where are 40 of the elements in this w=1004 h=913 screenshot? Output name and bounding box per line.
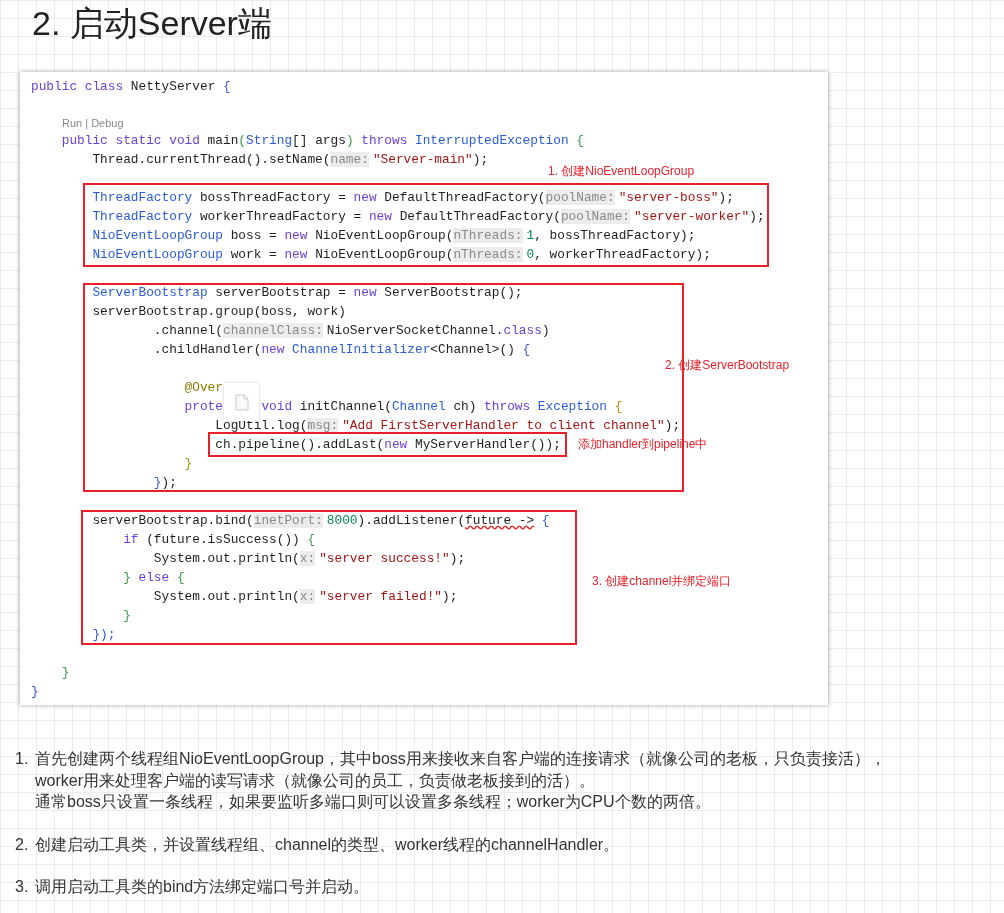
code-line: .childHandler(new ChannelInitializer<Channel>() { [153, 341, 531, 359]
code-line: } [61, 664, 70, 682]
list-number: 2. [14, 834, 30, 855]
code-line: ThreadFactory bossThreadFactory = new DefaultThreadFactory(poolName: "server-boss"); [92, 189, 734, 207]
annotation-label: 1. 创建NioEventLoopGroup [548, 163, 695, 179]
code-line: ThreadFactory workerThreadFactory = new DefaultThreadFactory(poolName: "server-worker"); [92, 208, 765, 226]
code-line: if (future.isSuccess()) { [123, 531, 316, 549]
code-line: serverBootstrap.group(boss, work) [92, 303, 346, 321]
note-text: 调用启动工具类的bind方法绑定端口号并启动。 [35, 877, 370, 897]
code-line: NioEventLoopGroup boss = new NioEventLoopGroup(nThreads: 1, bossThreadFactory); [92, 227, 696, 245]
note-text: 创建启动工具类，并设置线程组、channel的类型、worker线程的channelHandler。 [35, 834, 620, 855]
code-line: serverBootstrap.bind(inetPort: 8000).addListener(future -> { [92, 512, 550, 530]
code-line: }); [153, 474, 177, 492]
run-debug-codelens[interactable]: Run | Debug [62, 115, 124, 131]
code-line: } [123, 607, 131, 625]
code-line: } else { [123, 569, 185, 587]
code-line: @Over [184, 379, 223, 397]
code-line: System.out.println(x: "server failed!"); [153, 588, 458, 606]
code-line: void initChannel(Channel ch) throws Exception { [261, 398, 623, 416]
list-number: 1. [14, 749, 30, 769]
code-line: }); [92, 626, 116, 644]
note-text: 首先创建两个线程组NioEventLoopGroup，其中boss用来接收来自客户端的连接请求（就像公司的老板，只负责接活）， [35, 749, 886, 769]
code-line: Thread.currentThread().setName(name: "Server-main"); [92, 151, 489, 169]
code-line: ServerBootstrap serverBootstrap = new ServerBootstrap(); [92, 284, 523, 302]
document-icon [234, 393, 249, 411]
list-number: 3. [14, 877, 30, 897]
code-line: LogUtil.log(msg: "Add FirstServerHandler to client channel"); [215, 417, 681, 435]
page-heading: 2. 启动Server端 [31, 3, 273, 44]
code-line: } [31, 683, 39, 701]
code-line: ch.pipeline().addLast(new MyServerHandler()); [215, 436, 561, 454]
code-line: .channel(channelClass: NioServerSocketChannel.class) [153, 322, 550, 340]
code-line: public class NettyServer { [31, 78, 231, 96]
note-text: 通常boss只设置一条线程，如果要监听多端口则可以设置多条线程；worker为CPU个数的两倍。 [35, 792, 711, 812]
code-line: prote [184, 398, 223, 416]
annotation-label: 3. 创建channel并绑定端口 [592, 573, 732, 589]
code-line: System.out.println(x: "server success!"); [153, 550, 466, 568]
code-line: public static void main(String[] args) throws InterruptedException { [61, 132, 584, 150]
code-line: } [184, 455, 193, 473]
note-text: worker用来处理客户端的读写请求（就像公司的员工，负责做老板接到的活）。 [35, 770, 595, 791]
code-line: NioEventLoopGroup work = new NioEventLoopGroup(nThreads: 0, workerThreadFactory); [92, 246, 711, 264]
